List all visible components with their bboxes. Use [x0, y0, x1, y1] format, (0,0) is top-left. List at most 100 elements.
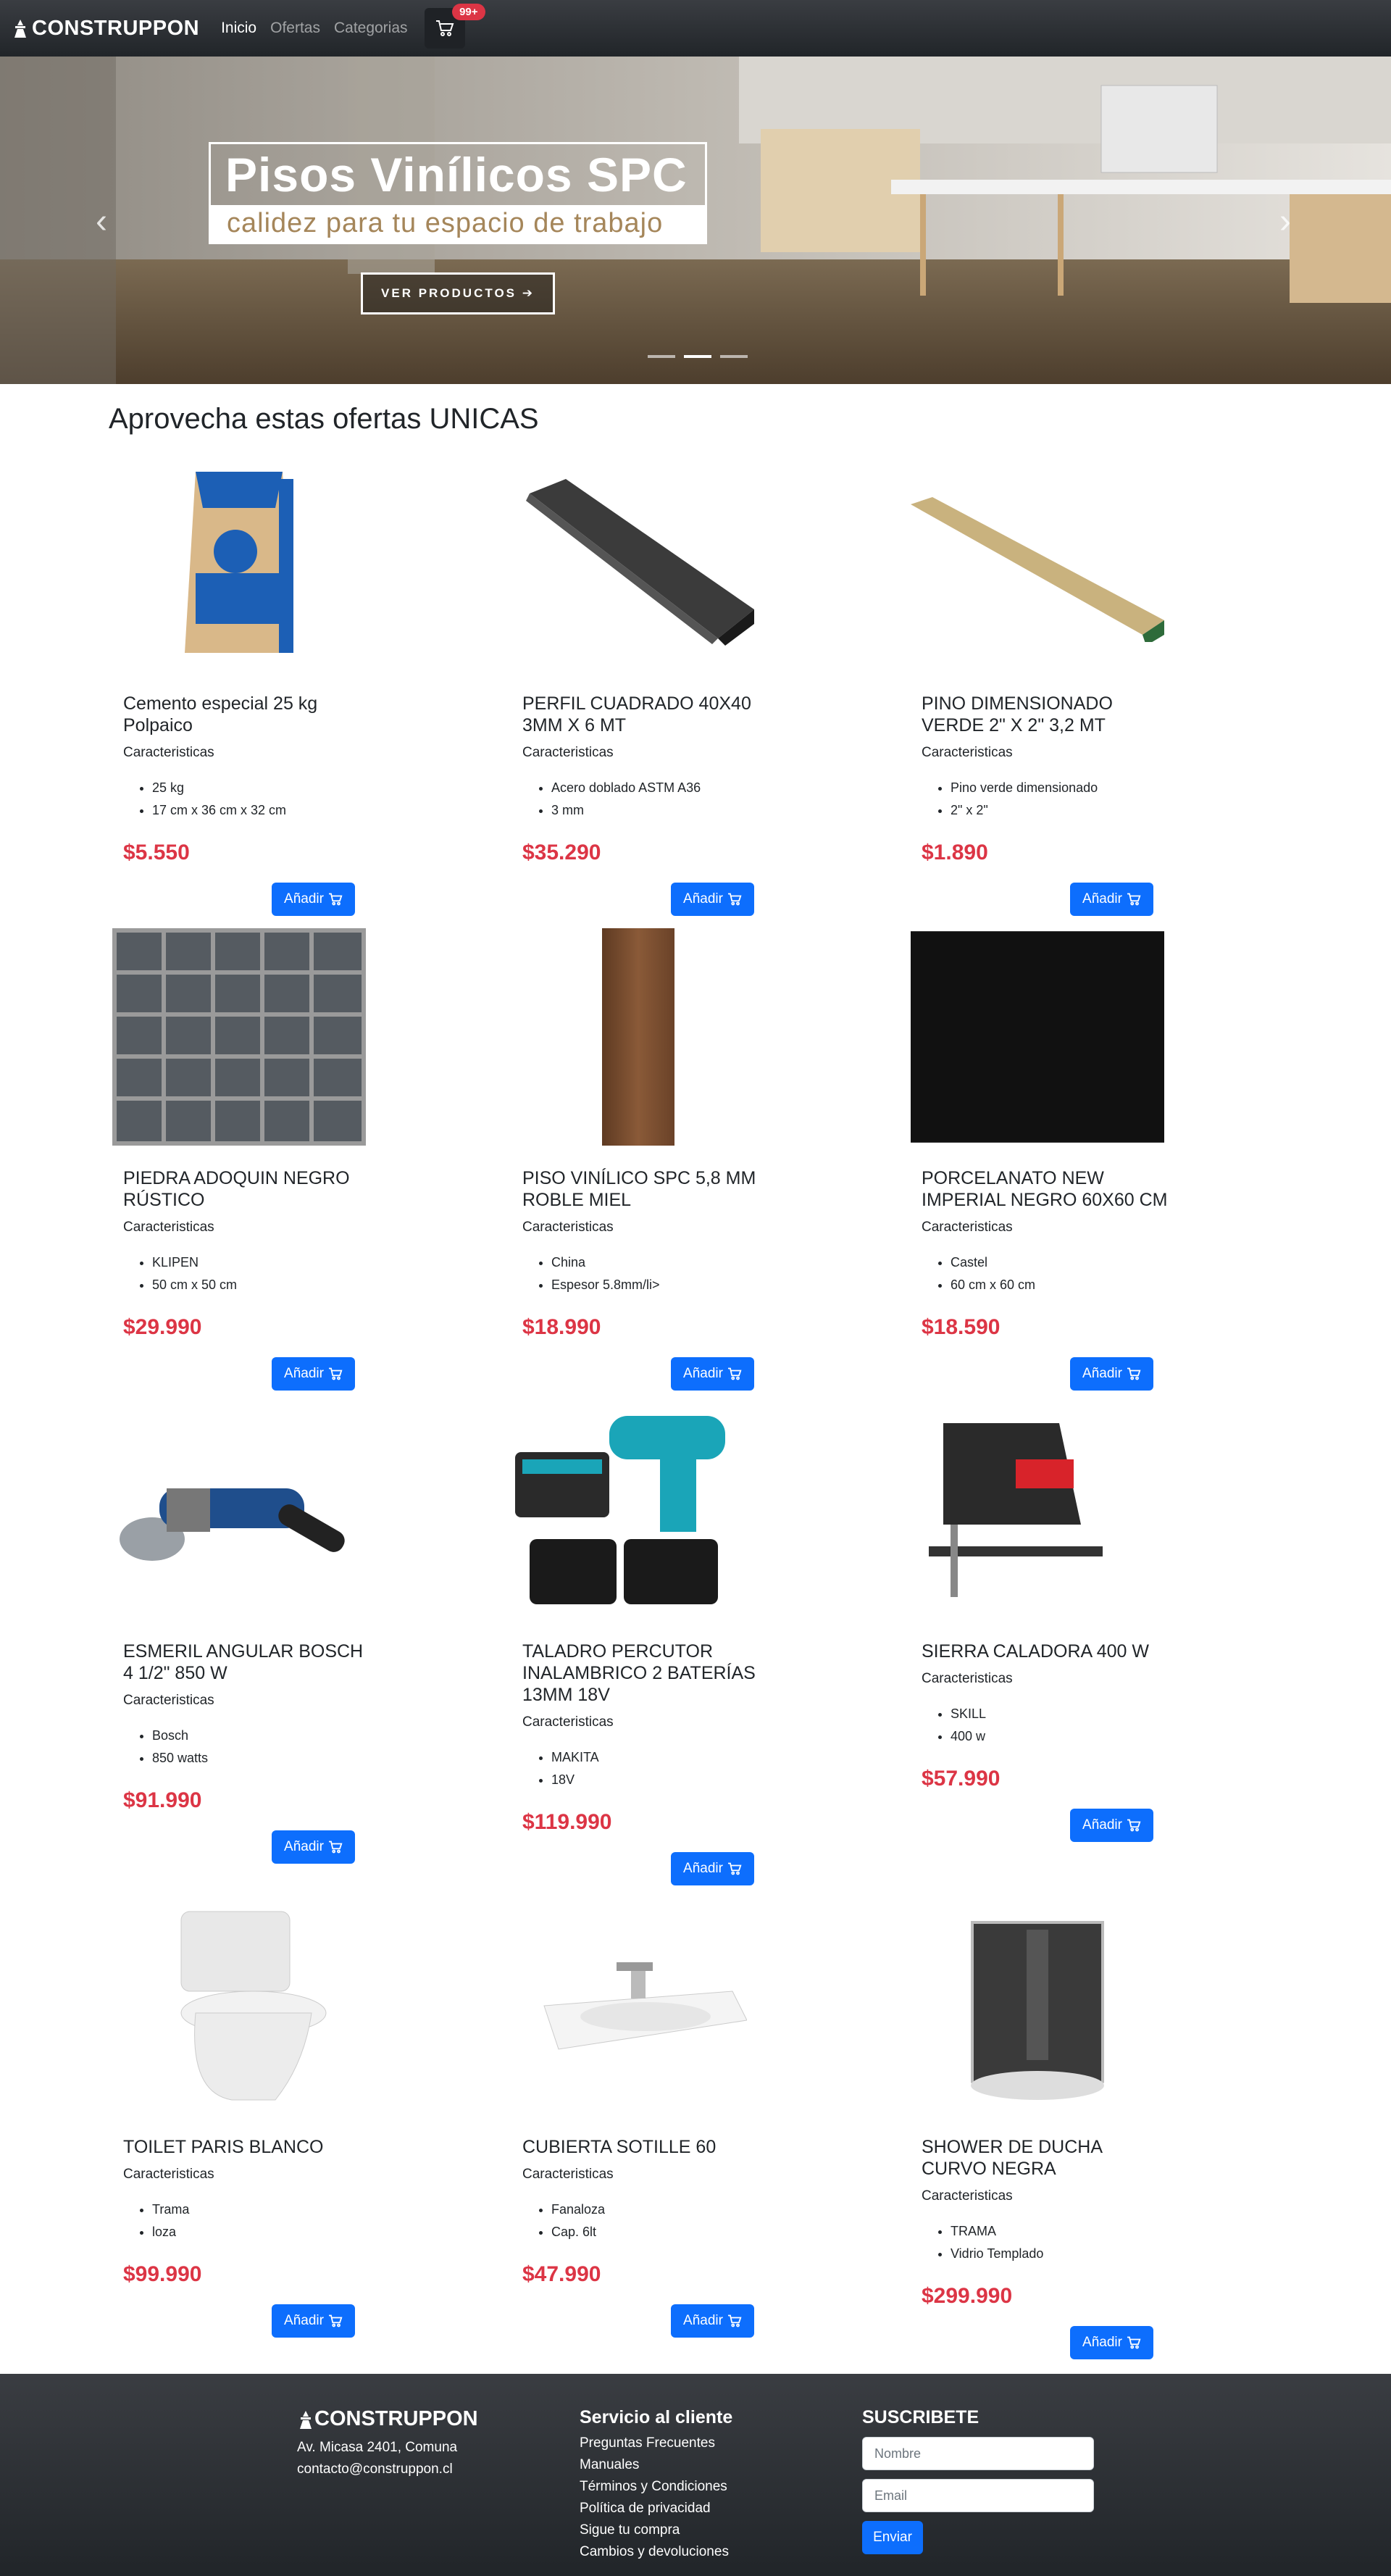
product-price: $99.990: [123, 2262, 202, 2286]
product-card: SHOWER DE DUCHA CURVO NEGRA Caracteristi…: [907, 1897, 1190, 2359]
product-features: Castel 60 cm x 60 cm: [951, 1251, 1190, 1296]
product-features: MAKITA 18V: [551, 1746, 790, 1791]
product-price: $47.990: [522, 2262, 601, 2286]
add-to-cart-button[interactable]: Añadir: [272, 883, 355, 916]
carousel-prev-icon[interactable]: ‹: [96, 201, 107, 241]
product-name[interactable]: Cemento especial 25 kg Polpaico: [123, 693, 369, 736]
product-card: Cemento especial 25 kg Polpaico Caracter…: [109, 454, 391, 916]
product-name[interactable]: PIEDRA ADOQUIN NEGRO RÚSTICO: [123, 1167, 369, 1211]
product-features: Fanaloza Cap. 6lt: [551, 2198, 790, 2243]
product-price: $57.990: [922, 1767, 1001, 1791]
sink-image: [511, 1897, 765, 2114]
product-name[interactable]: TOILET PARIS BLANCO: [123, 2136, 369, 2158]
worker-icon: [300, 2410, 312, 2429]
add-to-cart-button[interactable]: Añadir: [671, 883, 754, 916]
product-price: $119.990: [522, 1810, 612, 1834]
subscribe-send-button[interactable]: Enviar: [862, 2521, 923, 2554]
cart-icon: [328, 893, 343, 906]
product-card: PISO VINÍLICO SPC 5,8 MM ROBLE MIEL Cara…: [508, 928, 790, 1391]
cart-icon: [727, 1862, 742, 1875]
feature-item: China: [551, 1251, 790, 1274]
add-label: Añadir: [683, 891, 723, 906]
feature-item: TRAMA: [951, 2220, 1190, 2243]
cart-icon: [1127, 1819, 1141, 1832]
product-name[interactable]: SHOWER DE DUCHA CURVO NEGRA: [922, 2136, 1168, 2180]
add-to-cart-button[interactable]: Añadir: [1070, 1357, 1153, 1391]
product-features: Pino verde dimensionado 2" x 2": [951, 777, 1190, 822]
feature-item: MAKITA: [551, 1746, 790, 1769]
footer-email[interactable]: contacto@construppon.cl: [297, 2459, 478, 2480]
add-to-cart-button[interactable]: Añadir: [1070, 2326, 1153, 2359]
cart-icon: [727, 2314, 742, 2327]
product-features-label: Caracteristicas: [922, 1671, 1013, 1686]
nav-inicio[interactable]: Inicio: [221, 20, 256, 37]
feature-item: 60 cm x 60 cm: [951, 1274, 1190, 1296]
footer-link-tracking[interactable]: Sigue tu compra: [580, 2519, 732, 2541]
footer-link-terms[interactable]: Términos y Condiciones: [580, 2476, 732, 2498]
feature-item: 3 mm: [551, 799, 790, 822]
feature-item: Fanaloza: [551, 2198, 790, 2221]
footer-service-title: Servicio al cliente: [580, 2407, 733, 2427]
product-name[interactable]: SIERRA CALADORA 400 W: [922, 1641, 1168, 1662]
product-name[interactable]: PERFIL CUADRADO 40X40 3MM X 6 MT: [522, 693, 769, 736]
product-card: PIEDRA ADOQUIN NEGRO RÚSTICO Caracterist…: [109, 928, 391, 1391]
product-price: $1.890: [922, 841, 988, 864]
footer-link-manuals[interactable]: Manuales: [580, 2454, 732, 2476]
shower-image: [911, 1897, 1164, 2114]
carousel-indicator[interactable]: [648, 355, 675, 358]
carousel-indicator-active[interactable]: [684, 355, 711, 358]
product-features-label: Caracteristicas: [522, 745, 614, 760]
footer-subscribe-col: SUSCRIBETE Nombre Email Enviar: [862, 2407, 1094, 2554]
add-to-cart-button[interactable]: Añadir: [272, 1357, 355, 1391]
cart-button[interactable]: 99+: [424, 4, 485, 49]
product-name[interactable]: ESMERIL ANGULAR BOSCH 4 1/2" 850 W: [123, 1641, 369, 1684]
product-features: KLIPEN 50 cm x 50 cm: [152, 1251, 391, 1296]
product-card: SIERRA CALADORA 400 W Caracteristicas SK…: [907, 1401, 1190, 1842]
carousel-indicator[interactable]: [720, 355, 748, 358]
add-to-cart-button[interactable]: Añadir: [272, 2304, 355, 2338]
product-features-label: Caracteristicas: [522, 2167, 614, 2182]
add-to-cart-button[interactable]: Añadir: [671, 1357, 754, 1391]
product-name[interactable]: PORCELANATO NEW IMPERIAL NEGRO 60X60 CM: [922, 1167, 1168, 1211]
product-price: $18.590: [922, 1315, 1001, 1339]
add-to-cart-button[interactable]: Añadir: [671, 2304, 754, 2338]
add-to-cart-button[interactable]: Añadir: [1070, 883, 1153, 916]
nav-ofertas[interactable]: Ofertas: [270, 20, 320, 37]
product-features-label: Caracteristicas: [123, 2167, 214, 2182]
subscribe-name-input[interactable]: Nombre: [862, 2437, 1094, 2470]
footer-link-returns[interactable]: Cambios y devoluciones: [580, 2541, 732, 2563]
brand-name: CONSTRUPPON: [32, 16, 200, 40]
footer-link-privacy[interactable]: Política de privacidad: [580, 2498, 732, 2519]
feature-item: loza: [152, 2221, 391, 2243]
add-to-cart-button[interactable]: Añadir: [272, 1830, 355, 1864]
product-name[interactable]: TALADRO PERCUTOR INALAMBRICO 2 BATERÍAS …: [522, 1641, 769, 1706]
add-label: Añadir: [1082, 2335, 1122, 2350]
add-to-cart-button[interactable]: Añadir: [1070, 1809, 1153, 1842]
brand-logo[interactable]: CONSTRUPPON: [12, 17, 199, 41]
cart-icon: [727, 1367, 742, 1380]
footer-brand[interactable]: CONSTRUPPON: [297, 2407, 478, 2431]
cart-icon: [435, 20, 454, 36]
footer-subscribe-title: SUSCRIBETE: [862, 2407, 979, 2427]
product-features: SKILL 400 w: [951, 1703, 1190, 1748]
product-card: TOILET PARIS BLANCO Caracteristicas Tram…: [109, 1897, 391, 2338]
cart-icon: [1127, 1367, 1141, 1380]
navbar: CONSTRUPPON Inicio Ofertas Categorias 99…: [0, 0, 1391, 57]
product-card: CUBIERTA SOTILLE 60 Caracteristicas Fana…: [508, 1897, 790, 2338]
feature-item: KLIPEN: [152, 1251, 391, 1274]
footer-link-faq[interactable]: Preguntas Frecuentes: [580, 2433, 732, 2454]
view-products-button[interactable]: VER PRODUCTOS ➔: [361, 272, 555, 314]
add-to-cart-button[interactable]: Añadir: [671, 1852, 754, 1885]
subscribe-email-input[interactable]: Email: [862, 2479, 1094, 2512]
product-name[interactable]: PISO VINÍLICO SPC 5,8 MM ROBLE MIEL: [522, 1167, 769, 1211]
product-features-label: Caracteristicas: [922, 2188, 1013, 2204]
cement-bag-image: [112, 454, 366, 671]
feature-item: Acero doblado ASTM A36: [551, 777, 790, 799]
cart-icon: [1127, 2336, 1141, 2349]
angle-grinder-image: [112, 1401, 366, 1619]
product-name[interactable]: CUBIERTA SOTILLE 60: [522, 2136, 769, 2158]
nav-categorias[interactable]: Categorias: [334, 20, 408, 37]
product-features-label: Caracteristicas: [123, 1220, 214, 1235]
product-name[interactable]: PINO DIMENSIONADO VERDE 2" X 2" 3,2 MT: [922, 693, 1168, 736]
carousel-next-icon[interactable]: ›: [1279, 201, 1291, 241]
